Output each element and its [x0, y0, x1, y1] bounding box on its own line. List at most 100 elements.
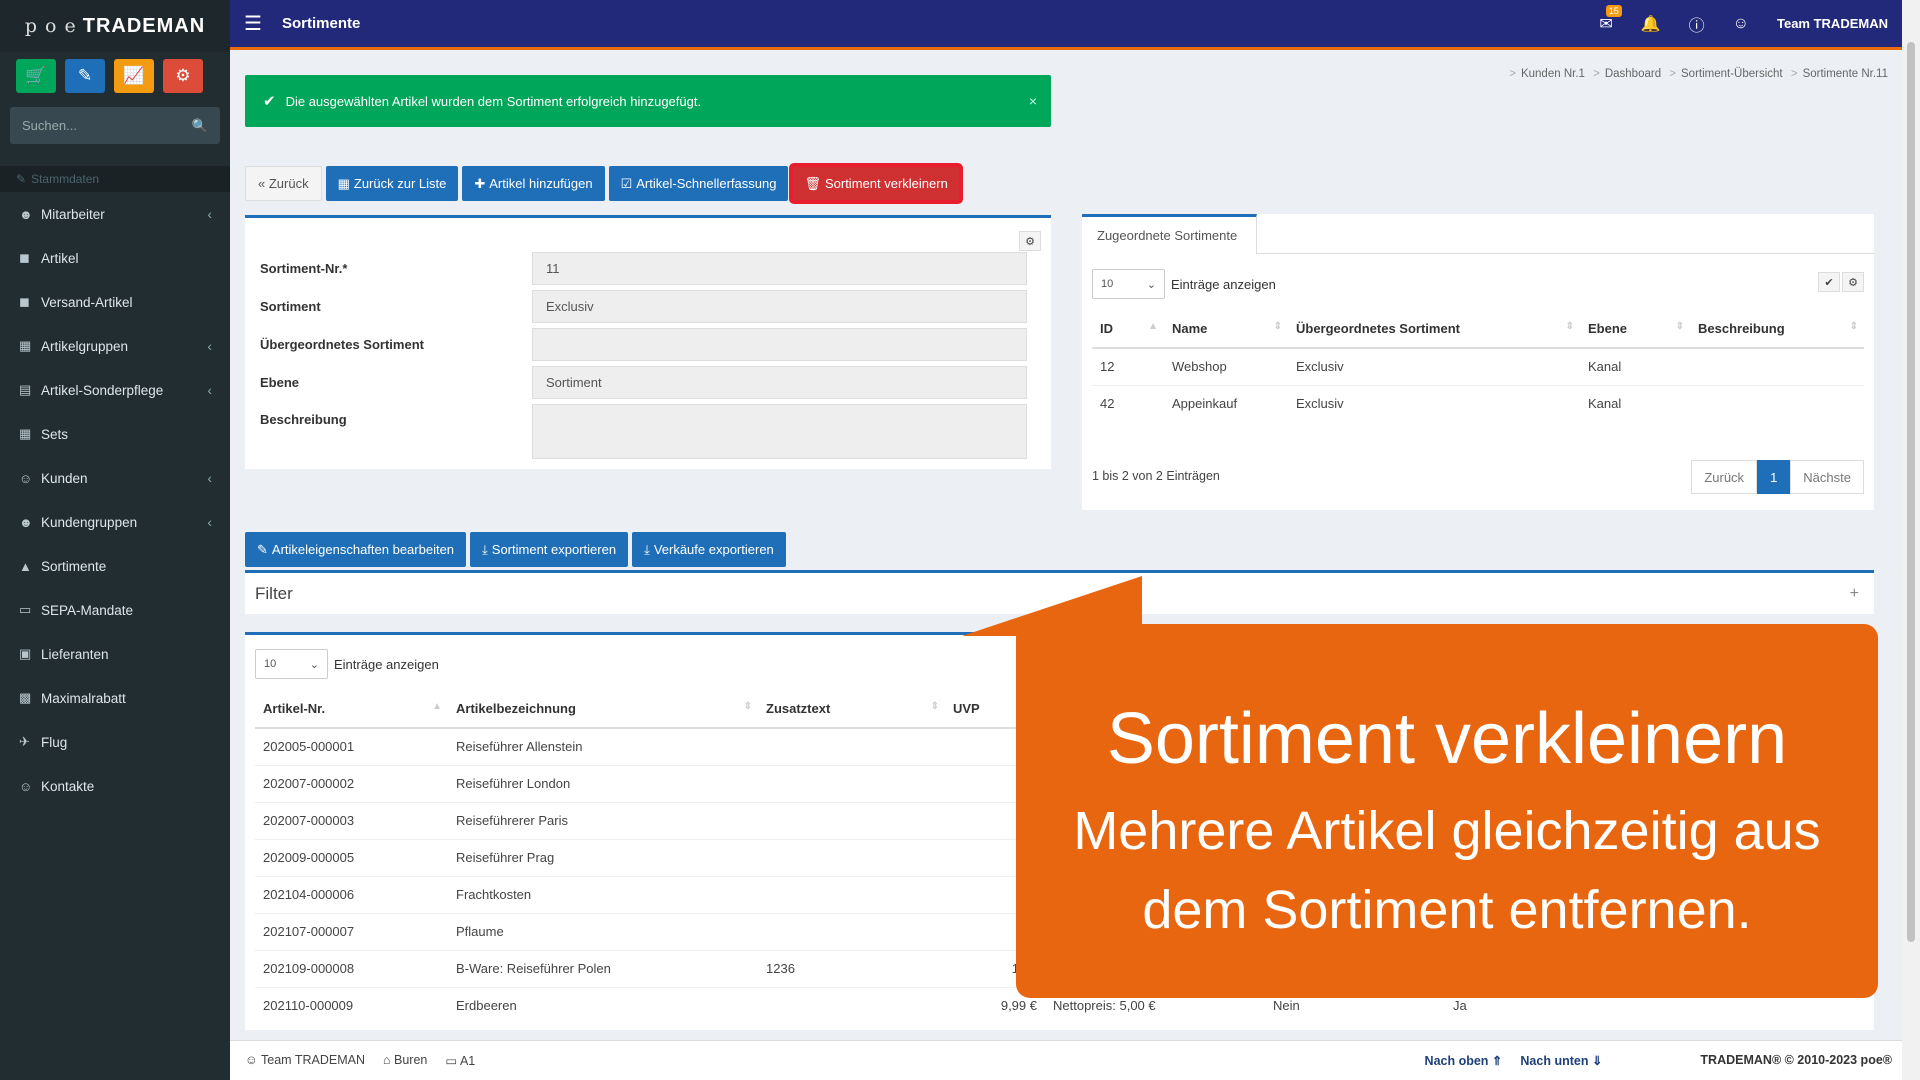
home-icon: ⌂ — [382, 1053, 395, 1067]
back-to-list-button[interactable]: ▦ Zurück zur Liste — [325, 166, 459, 201]
next-page-button[interactable]: Nächste — [1790, 460, 1864, 494]
sidebar-item-label: Mitarbeiter — [41, 206, 105, 222]
col-level[interactable]: Ebene ⇕ — [1580, 310, 1690, 349]
level-field[interactable]: Sortiment — [532, 366, 1027, 399]
user-icon: ☺ — [19, 470, 33, 486]
sidebar-item-sortimente[interactable]: ▲ Sortimente — [0, 544, 230, 588]
page-size-select[interactable]: 10 ⌄ — [1092, 269, 1165, 299]
col-article-name[interactable]: Artikelbezeichnung ⇕ — [448, 690, 758, 729]
help-icon[interactable]: ⓘ — [1689, 12, 1705, 36]
bell-icon[interactable]: 🔔 — [1641, 14, 1661, 34]
parent-assortment-field[interactable] — [532, 328, 1027, 361]
sidebar-item-artikelgruppen[interactable]: ▦ Artikelgruppen ‹ — [0, 324, 230, 368]
field-label: Sortiment — [260, 299, 321, 314]
breadcrumb-item[interactable]: Kunden Nr.1 — [1521, 68, 1585, 80]
edit-properties-button[interactable]: ✎ Artikeleigenschaften bearbeiten — [245, 532, 467, 567]
cell-article-nr: 202107-000007 — [255, 912, 448, 950]
sort-icon: ⇕ — [930, 701, 939, 712]
check-icon[interactable]: ✔ — [1818, 272, 1840, 292]
logo[interactable]: p o e TRADEMAN — [0, 0, 230, 52]
hamburger-icon[interactable]: ☰ — [244, 11, 282, 36]
user-icon[interactable]: ☺ — [1733, 15, 1749, 33]
logo-poe: p o e — [24, 15, 77, 37]
page-button[interactable]: 1 — [1757, 460, 1791, 494]
sidebar-item-sepa-mandate[interactable]: ▭ SEPA-Mandate — [0, 588, 230, 632]
back-button[interactable]: « Zurück — [245, 166, 322, 201]
tutorial-callout: Sortiment verkleinern Mehrere Artikel gl… — [1016, 624, 1878, 998]
sidebar-item-label: Sortimente — [41, 558, 107, 574]
cell-id: 12 — [1092, 347, 1164, 385]
assortment-name-field[interactable]: Exclusiv — [532, 290, 1027, 323]
scroll-bottom-link[interactable]: Nach unten ⇓ — [1520, 1053, 1602, 1068]
scroll-top-link[interactable]: Nach oben ⇑ — [1425, 1053, 1503, 1068]
page-size-control: 10 ⌄ Einträge anzeigen — [255, 649, 439, 679]
sidebar-item-kundengruppen[interactable]: ☻ Kundengruppen ‹ — [0, 500, 230, 544]
footer-terminal[interactable]: ▭ A1 — [445, 1053, 475, 1068]
prev-page-button[interactable]: Zurück — [1691, 460, 1758, 494]
button-label: Sortiment verkleinern — [824, 176, 948, 191]
chart-icon[interactable]: 📈 — [114, 59, 154, 93]
sidebar-item-flug[interactable]: ✈ Flug — [0, 720, 230, 764]
sidebar-item-sets[interactable]: ▦ Sets — [0, 412, 230, 456]
breadcrumb-item[interactable]: Sortiment-Übersicht — [1681, 68, 1783, 80]
gear-icon[interactable]: ⚙ — [1019, 231, 1041, 251]
col-article-nr[interactable]: Artikel-Nr. ▲ — [255, 690, 448, 729]
page-scrollbar[interactable] — [1902, 0, 1920, 1080]
table-row[interactable]: 12 Webshop Exclusiv Kanal — [1092, 347, 1864, 385]
assortment-form: ⚙ Sortiment-Nr.* 11 Sortiment Exclusiv Übe… — [245, 215, 1051, 469]
table-row[interactable]: 42 Appeinkauf Exclusiv Kanal — [1092, 384, 1864, 422]
col-description[interactable]: Beschreibung ⇕ — [1690, 310, 1864, 349]
sitemap-icon: ▲ — [19, 558, 32, 574]
expand-icon[interactable]: + — [1850, 585, 1859, 603]
cube-icon: ◼ — [19, 250, 30, 265]
search-icon[interactable]: 🔍 — [192, 118, 208, 134]
chevron-left-icon: ‹ — [207, 338, 212, 354]
tab-assigned-assortments[interactable]: Zugeordnete Sortimente — [1082, 214, 1257, 254]
gears-icon[interactable]: ⚙ — [163, 59, 203, 93]
chevron-down-icon: ⌄ — [1146, 278, 1156, 291]
footer-location[interactable]: ⌂ Buren — [383, 1053, 427, 1068]
page-size-select[interactable]: 10 ⌄ — [255, 649, 328, 679]
quick-entry-button[interactable]: ☑ Artikel-Schnellerfassung — [608, 166, 789, 201]
export-assortment-button[interactable]: ⤓ Sortiment exportieren — [470, 532, 629, 567]
col-name[interactable]: Name ⇕ — [1164, 310, 1288, 349]
section-label: Stammdaten — [31, 172, 100, 186]
sidebar-item-artikel-sonderpflege[interactable]: ▤ Artikel-Sonderpflege ‹ — [0, 368, 230, 412]
sidebar-item-kontakte[interactable]: ☺ Kontakte — [0, 764, 230, 808]
sidebar-item-artikel[interactable]: ◼ Artikel — [0, 236, 230, 280]
close-icon[interactable]: × — [1029, 93, 1037, 109]
export-sales-button[interactable]: ⤓ Verkäufe exportieren — [632, 532, 786, 567]
sidebar-item-mitarbeiter[interactable]: ☻ Mitarbeiter ‹ — [0, 192, 230, 236]
shrink-assortment-button[interactable]: 🗑 Sortiment verkleinern — [789, 163, 963, 204]
column-label: UVP — [953, 701, 980, 716]
user-name[interactable]: Team TRADEMAN — [1777, 16, 1888, 31]
search-input[interactable] — [22, 118, 182, 133]
breadcrumb-item[interactable]: Dashboard — [1605, 68, 1661, 80]
col-parent[interactable]: Übergeordnetes Sortiment ⇕ — [1288, 310, 1580, 349]
gear-icon[interactable]: ⚙ — [1842, 272, 1864, 292]
footer-user[interactable]: ☺ Team TRADEMAN — [245, 1053, 365, 1068]
cell-article-nr: 202007-000003 — [255, 801, 448, 839]
envelope-icon[interactable]: ✉ 15 — [1599, 4, 1622, 34]
column-label: Name — [1172, 321, 1208, 336]
cart-icon[interactable]: 🛒 — [16, 59, 56, 93]
sidebar-item-maximalrabatt[interactable]: ▩ Maximalrabatt — [0, 676, 230, 720]
col-id[interactable]: ID ▲ — [1092, 310, 1164, 349]
pencil-icon[interactable]: ✎ — [65, 59, 105, 93]
export-toolbar: ✎ Artikeleigenschaften bearbeiten ⤓ Sortim… — [245, 532, 786, 567]
add-article-button[interactable]: ✚ Artikel hinzufügen — [462, 166, 605, 201]
description-textarea[interactable] — [532, 404, 1027, 459]
callout-line: dem Sortiment entfernen. — [1142, 880, 1752, 940]
cell-article-nr: 202005-000001 — [255, 727, 448, 765]
cube-icon: ◼ — [19, 294, 30, 309]
sidebar-item-label: Artikel-Sonderpflege — [41, 382, 164, 398]
list-icon: ▤ — [19, 382, 32, 397]
assortment-nr-field[interactable]: 11 — [532, 252, 1027, 285]
scrollbar-thumb[interactable] — [1907, 42, 1915, 942]
chevron-down-icon: ⌄ — [309, 658, 319, 671]
sidebar-item-versand-artikel[interactable]: ◼ Versand-Artikel — [0, 280, 230, 324]
sidebar-item-kunden[interactable]: ☺ Kunden ‹ — [0, 456, 230, 500]
col-extra-text[interactable]: Zusatztext ⇕ — [758, 690, 945, 729]
column-label: Beschreibung — [1698, 321, 1785, 336]
sidebar-item-lieferanten[interactable]: ▣ Lieferanten — [0, 632, 230, 676]
